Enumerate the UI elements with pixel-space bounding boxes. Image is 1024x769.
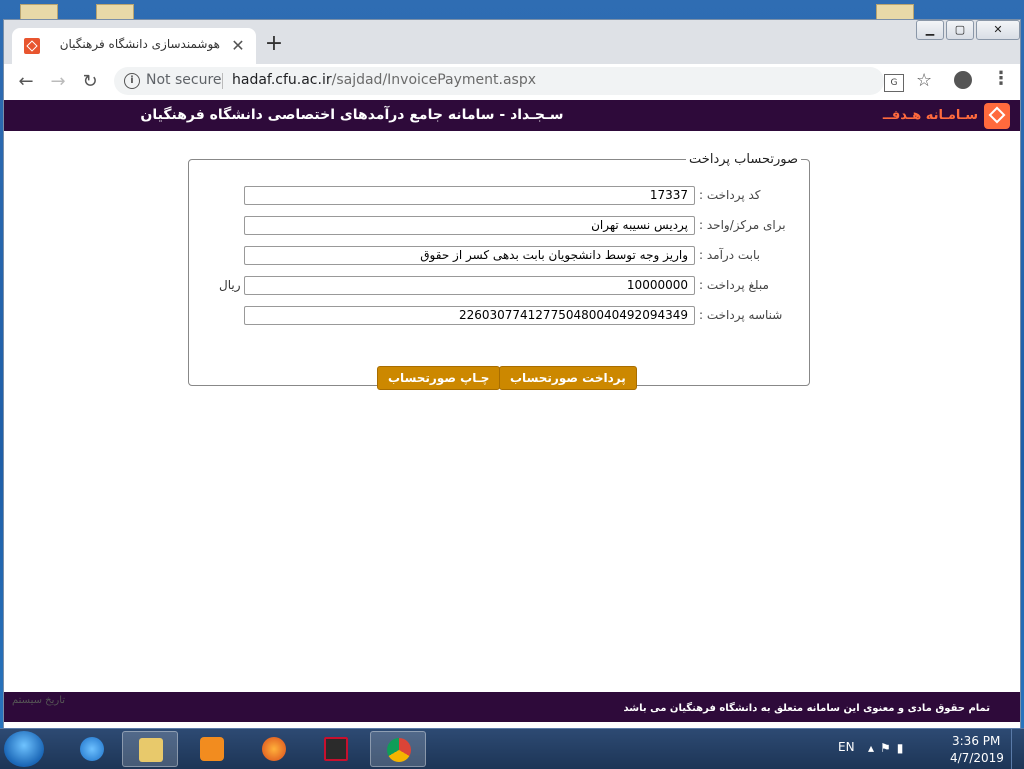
maximize-button[interactable]: ▢ [946,20,974,40]
site-logo[interactable]: سـامـانه هـدفــ [883,102,1010,129]
browser-tab[interactable]: هوشمندسازی دانشگاه فرهنگیان ✕ [12,28,256,64]
print-invoice-button[interactable]: چـاپ صورتحساب [377,366,501,390]
taskbar: EN ▴⚑▮ 3:36 PM 4/7/2019 [0,728,1024,769]
amount-field[interactable]: 10000000 [244,276,695,295]
show-desktop-button[interactable] [1011,729,1024,769]
taskbar-explorer-icon[interactable] [122,731,178,767]
close-tab-icon[interactable]: ✕ [228,36,248,56]
translate-icon[interactable]: G [884,74,904,92]
reload-icon[interactable]: ↻ [78,70,102,94]
url-path: /sajdad/InvoicePayment.aspx [331,72,536,88]
taskbar-media-player-icon[interactable] [184,731,240,767]
window-controls: ▁ ▢ ✕ [914,20,1020,40]
payment-id-label: شناسه پرداخت : [699,308,783,322]
taskbar-acrobat-icon[interactable] [308,731,364,767]
site-favicon-icon [24,38,40,54]
income-field[interactable]: واریز وجه توسط دانشجویان بابت بدهی کسر ا… [244,246,695,265]
bookmark-star-icon[interactable]: ☆ [916,70,932,91]
menu-kebab-icon[interactable]: ⋮ [992,68,1010,89]
minimize-button[interactable]: ▁ [916,20,944,40]
url-host: hadaf.cfu.ac.ir [232,72,332,88]
logo-mark-icon [984,102,1010,129]
back-arrow-icon[interactable]: ← [14,70,38,94]
close-window-button[interactable]: ✕ [976,20,1020,40]
clock-date[interactable]: 4/7/2019 [950,751,1004,765]
site-title: سـجـداد - سامانه جامع درآمدهای اختصاصی د… [140,107,564,123]
security-label[interactable]: Not secure [146,72,222,88]
amount-label: مبلغ پرداخت : [699,278,769,292]
footer-copyright: تمام حقوق مادی و معنوی این سامانه متعلق … [623,703,990,714]
account-icon[interactable] [954,71,972,89]
info-icon[interactable]: i [124,73,140,89]
browser-window: هوشمندسازی دانشگاه فرهنگیان ✕ + ▁ ▢ ✕ ← … [4,20,1020,728]
tray-icons[interactable]: ▴⚑▮ [868,741,909,755]
payment-id-field[interactable]: 2260307741277504800404920943​49 [244,306,695,325]
tab-strip: هوشمندسازی دانشگاه فرهنگیان ✕ + ▁ ▢ ✕ [4,20,1020,64]
language-indicator[interactable]: EN [838,740,855,754]
unit-label: برای مرکز/واحد : [699,218,786,232]
form-row-amount: مبلغ پرداخت : 10000000 ریال [189,275,809,297]
taskbar-firefox-icon[interactable] [246,731,302,767]
taskbar-ie-icon[interactable] [64,731,120,767]
payment-code-label: کد پرداخت : [699,188,761,202]
site-footer: تاریخ سیستم تمام حقوق مادی و معنوی این س… [4,692,1020,722]
site-header: سـجـداد - سامانه جامع درآمدهای اختصاصی د… [4,100,1020,131]
invoice-legend: صورتحساب پرداخت [689,152,798,167]
form-row-unit: برای مرکز/واحد : پردیس نسیبه تهران [189,215,809,237]
form-row-income: بابت درآمد : واریز وجه توسط دانشجویان با… [189,245,809,267]
forward-arrow-icon[interactable]: → [46,70,70,94]
omnibox-divider [222,73,223,89]
logo-text: سـامـانه هـدفــ [882,108,978,123]
footer-date-label: تاریخ سیستم [12,695,66,706]
payment-code-field[interactable]: 17337 [244,186,695,205]
unit-field[interactable]: پردیس نسیبه تهران [244,216,695,235]
url-text[interactable]: hadaf.cfu.ac.ir/sajdad/InvoicePayment.as… [232,72,536,88]
clock-time[interactable]: 3:36 PM [952,734,1000,748]
taskbar-chrome-icon[interactable] [370,731,426,767]
invoice-fieldset: صورتحساب پرداخت کد پرداخت : 17337 برای م… [188,152,810,390]
income-label: بابت درآمد : [699,248,760,262]
address-bar[interactable]: i Not secure hadaf.cfu.ac.ir/sajdad/Invo… [114,67,884,95]
currency-unit: ریال [219,278,241,292]
pay-invoice-button[interactable]: پرداخت صورتحساب [499,366,637,390]
form-row-payment-code: کد پرداخت : 17337 [189,185,809,207]
tab-title: هوشمندسازی دانشگاه فرهنگیان [59,37,220,51]
new-tab-button[interactable]: + [262,33,286,57]
page-content: سـجـداد - سامانه جامع درآمدهای اختصاصی د… [4,100,1020,728]
browser-toolbar: ← → ↻ i Not secure hadaf.cfu.ac.ir/sajda… [4,64,1020,101]
start-button-icon[interactable] [4,731,44,767]
form-row-payment-id: شناسه پرداخت : 2260307741277504800404920… [189,305,809,327]
